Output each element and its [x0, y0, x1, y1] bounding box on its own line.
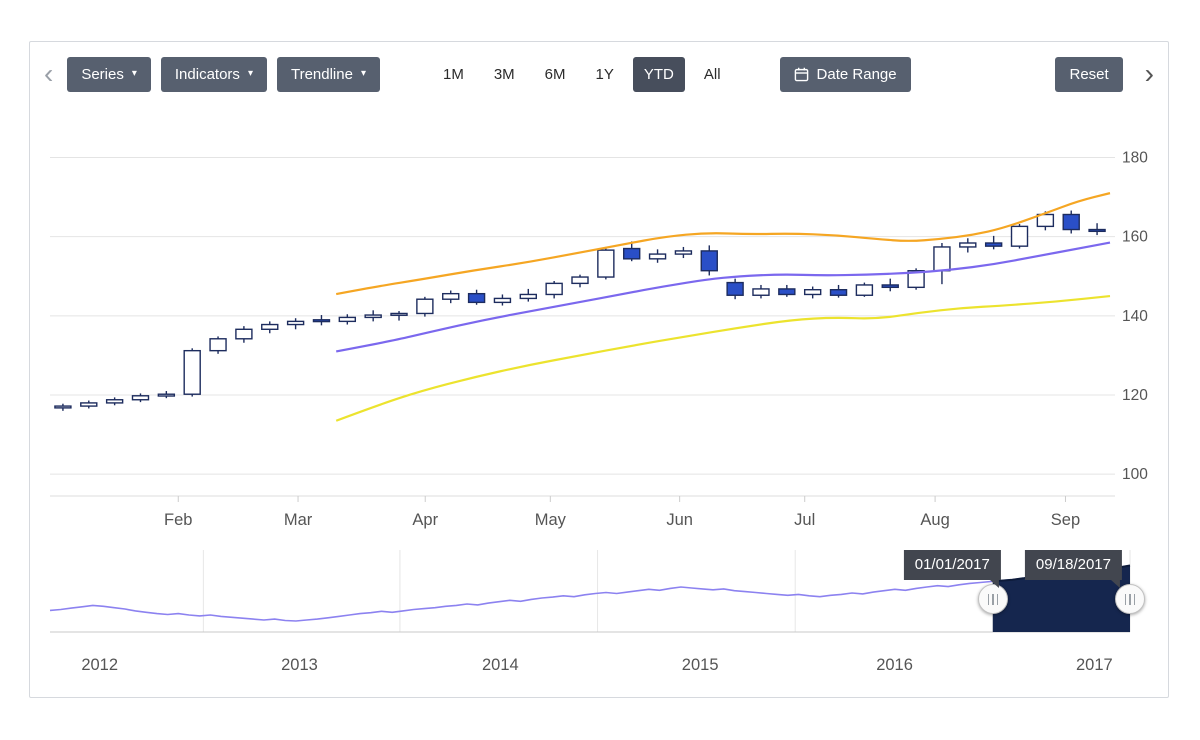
candle-body-bullish [236, 329, 252, 339]
range-end-handle[interactable] [1115, 584, 1145, 614]
candle-body-bearish [986, 243, 1002, 246]
chevron-left-icon[interactable]: ‹ [40, 60, 57, 88]
caret-down-icon: ▾ [248, 69, 253, 79]
candle-body-bearish [701, 251, 717, 271]
price-candlestick-chart[interactable]: 180 160 140 120 100 Feb Mar Apr May Jun Jul Aug Sep [30, 98, 1170, 548]
caret-down-icon: ▾ [361, 69, 366, 79]
year-axis-label: 2016 [876, 656, 913, 674]
candle-body-bearish [882, 285, 898, 287]
candle-body-bullish [494, 298, 510, 302]
candle-body-bullish [55, 406, 71, 408]
candle-body-bullish [158, 394, 174, 396]
candle-body-bearish [831, 290, 847, 296]
candles [55, 211, 1105, 411]
year-axis-label: 2017 [1076, 656, 1113, 674]
period-button-group: 1M3M6M1YYTDAll [432, 57, 732, 92]
candle-body-bearish [313, 320, 329, 322]
year-axis-label: 2014 [482, 656, 519, 674]
y-axis-label: 120 [1122, 387, 1148, 404]
candle-body-bullish [417, 299, 433, 313]
candle-body-bullish [1012, 226, 1028, 246]
calendar-icon [794, 67, 809, 82]
candle-body-bullish [107, 400, 123, 403]
candle-body-bullish [650, 254, 666, 259]
date-range-button[interactable]: Date Range [780, 57, 911, 92]
x-axis-month-label: Jun [666, 511, 693, 529]
candle-body-bearish [779, 289, 795, 295]
period-1y-button[interactable]: 1Y [585, 57, 625, 92]
dropdown-indicators-button[interactable]: Indicators ▾ [161, 57, 267, 92]
candle-body-bullish [753, 289, 769, 295]
year-axis-label: 2015 [682, 656, 719, 674]
candle-body-bearish [727, 283, 743, 296]
range-navigator: 2012 2013 2014 2015 2016 2017 01/01/2017 09/1… [30, 548, 1170, 698]
date-range-label: Date Range [817, 66, 897, 83]
candle-body-bullish [288, 321, 304, 324]
range-start-tooltip: 01/01/2017 [904, 550, 1001, 580]
candle-body-bullish [81, 403, 97, 406]
chart-toolbar: ‹ Series ▾ Indicators ▾ Trendline ▾ 1M3M6M1YY… [40, 54, 1158, 94]
dropdown-series-button[interactable]: Series ▾ [67, 57, 151, 92]
x-axis-month-label: Aug [920, 511, 949, 529]
candle-body-bullish [132, 396, 148, 400]
dropdown-label: Trendline [291, 66, 353, 83]
candle-body-bullish [210, 339, 226, 351]
candle-body-bullish [934, 247, 950, 271]
candle-body-bearish [1089, 230, 1105, 232]
candle-body-bullish [960, 243, 976, 247]
year-axis-label: 2013 [281, 656, 318, 674]
year-axis-label: 2012 [81, 656, 118, 674]
dropdown-trendline-button[interactable]: Trendline ▾ [277, 57, 380, 92]
candle-body-bullish [572, 277, 588, 283]
y-axis-label: 140 [1122, 308, 1148, 325]
period-all-button[interactable]: All [693, 57, 732, 92]
range-start-handle[interactable] [978, 584, 1008, 614]
candle-body-bullish [339, 317, 355, 321]
candle-body-bearish [624, 249, 640, 259]
y-axis-label: 180 [1122, 150, 1148, 167]
stock-chart-panel: ‹ Series ▾ Indicators ▾ Trendline ▾ 1M3M6M1YY… [29, 41, 1169, 698]
dropdown-label: Indicators [175, 66, 240, 83]
dropdown-button-group: Series ▾ Indicators ▾ Trendline ▾ [67, 57, 380, 92]
candle-body-bullish [856, 285, 872, 295]
candle-body-bullish [262, 325, 278, 330]
period-6m-button[interactable]: 6M [534, 57, 577, 92]
candle-body-bullish [520, 294, 536, 298]
candle-body-bullish [805, 290, 821, 295]
candle-body-bullish [365, 315, 381, 317]
candle-body-bullish [443, 294, 459, 300]
candle-body-bullish [391, 313, 407, 315]
candle-body-bearish [469, 294, 485, 303]
period-1m-button[interactable]: 1M [432, 57, 475, 92]
period-ytd-button[interactable]: YTD [633, 57, 685, 92]
grid-lines [50, 158, 1115, 475]
x-axis-month-label: Mar [284, 511, 313, 529]
lower-band-line [336, 296, 1110, 421]
candle-body-bullish [184, 351, 200, 395]
reset-button[interactable]: Reset [1055, 57, 1122, 92]
x-axis-month-label: Jul [794, 511, 815, 529]
y-axis-label: 160 [1122, 229, 1148, 246]
range-end-tooltip: 09/18/2017 [1025, 550, 1122, 580]
candle-body-bullish [546, 283, 562, 294]
caret-down-icon: ▾ [132, 69, 137, 79]
dropdown-label: Series [81, 66, 124, 83]
x-axis-month-label: Sep [1051, 511, 1080, 529]
x-axis-month-label: Feb [164, 511, 192, 529]
x-axis-month-label: Apr [412, 511, 438, 529]
candle-body-bullish [598, 250, 614, 277]
y-axis-label: 100 [1122, 466, 1148, 483]
candle-body-bullish [675, 251, 691, 254]
chevron-right-icon[interactable]: › [1141, 60, 1158, 88]
x-axis-month-label: May [535, 511, 567, 529]
period-3m-button[interactable]: 3M [483, 57, 526, 92]
candle-body-bearish [1063, 215, 1079, 230]
